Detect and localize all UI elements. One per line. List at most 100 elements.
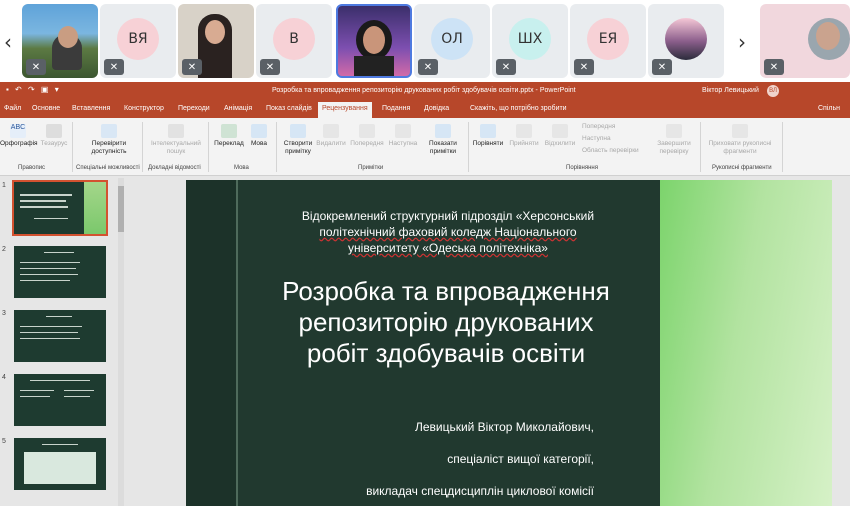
thesaurus-button[interactable]: Тезаурус <box>38 124 70 148</box>
slide-subtitle[interactable]: Відокремлений структурний підрозділ «Хер… <box>278 208 618 256</box>
avatar-photo <box>665 18 707 60</box>
slide-thumbnail-4[interactable] <box>14 374 106 426</box>
thumbnail-text <box>44 252 74 253</box>
delete-comment-button[interactable]: Видалити <box>314 124 348 148</box>
tab-design[interactable]: Конструктор <box>124 105 164 112</box>
share-button[interactable]: Спільн <box>818 105 840 112</box>
user-avatar[interactable]: ВЛ <box>767 85 779 97</box>
compare-icon <box>480 124 496 138</box>
slide-accent-line <box>236 180 238 506</box>
author-role[interactable]: спеціаліст вищої категорії, <box>278 452 594 466</box>
next-comment-button[interactable]: Наступна <box>386 124 420 148</box>
author-job[interactable]: викладач спецдисциплін циклової комісії <box>278 484 594 498</box>
slide-canvas[interactable]: Відокремлений структурний підрозділ «Хер… <box>186 180 832 506</box>
avatar: ШХ <box>509 18 551 60</box>
group-label-spelling: Правопис <box>18 165 46 171</box>
tab-transitions[interactable]: Переходи <box>178 105 210 112</box>
ribbon-divider <box>142 122 143 172</box>
tell-me-search[interactable]: Скажіть, що потрібно зробити <box>470 105 567 112</box>
new-comment-button[interactable]: Створити примітку <box>280 124 316 156</box>
prev-page-icon[interactable]: ‹ <box>4 30 12 54</box>
window-title: Розробка та впровадження репозиторію дру… <box>272 87 576 94</box>
tab-insert[interactable]: Вставлення <box>72 105 110 112</box>
next-page-icon[interactable]: › <box>738 30 746 54</box>
ink-icon <box>732 124 748 138</box>
group-label-insights: Докладні відомості <box>148 165 201 171</box>
reject-icon <box>552 124 568 138</box>
accept-button[interactable]: Прийняти <box>506 124 542 148</box>
tab-help[interactable]: Довідка <box>424 105 449 112</box>
comment-icon <box>290 124 306 138</box>
thumbnail-text <box>34 218 68 219</box>
slide-left-band <box>186 180 236 506</box>
participant-tile[interactable]: ОЛ ✕ <box>414 4 490 78</box>
participant-tile[interactable]: В ✕ <box>256 4 332 78</box>
previous-comment-button[interactable]: Попередня <box>348 124 386 148</box>
participant-tile[interactable]: ШХ ✕ <box>492 4 568 78</box>
participant-tile[interactable]: ✕ <box>760 4 850 78</box>
tab-animations[interactable]: Анімація <box>224 105 252 112</box>
next-change-button[interactable]: Наступна <box>582 135 611 143</box>
show-comments-button[interactable]: Показати примітки <box>422 124 464 156</box>
slide-title[interactable]: Розробка та впровадження репозиторію дру… <box>246 276 646 369</box>
tab-review[interactable]: Рецензування <box>318 102 372 118</box>
subtitle-line: Відокремлений структурний підрозділ «Хер… <box>301 209 595 223</box>
participant-tile[interactable]: ✕ <box>648 4 724 78</box>
check-accessibility-button[interactable]: Перевірити доступність <box>80 124 138 156</box>
thumbnail-text <box>64 396 90 397</box>
participant-tile[interactable]: ✕ <box>178 4 254 78</box>
avatar: В <box>273 18 315 60</box>
slide-number: 3 <box>2 310 6 317</box>
thumbnail-text <box>30 380 90 381</box>
mic-muted-icon: ✕ <box>182 59 202 75</box>
reject-button[interactable]: Відхилити <box>542 124 578 148</box>
tab-view[interactable]: Подання <box>382 105 410 112</box>
title-line: робіт здобувачів освіти <box>306 338 586 368</box>
slide-thumbnail-2[interactable] <box>14 246 106 298</box>
hide-ink-button[interactable]: Приховати рукописні фрагменти <box>702 124 778 156</box>
thumbnail-text <box>20 268 76 269</box>
slide-number: 2 <box>2 246 6 253</box>
thumbnail-image <box>24 452 96 484</box>
end-review-button[interactable]: Завершити перевірку <box>652 124 696 156</box>
scrollbar-thumb[interactable] <box>118 186 124 232</box>
participant-tile[interactable]: ✕ <box>22 4 98 78</box>
smart-lookup-button[interactable]: Інтелектуальний пошук <box>146 124 206 156</box>
participant-tile[interactable]: ВЯ ✕ <box>100 4 176 78</box>
face <box>816 22 840 50</box>
language-button[interactable]: Мова <box>246 124 272 148</box>
spelling-button[interactable]: ABC Орфографія <box>0 124 38 148</box>
quick-access-icons[interactable]: ▪ ↶ ↷ ▣ ▾ <box>6 85 61 94</box>
thumbnails-scrollbar[interactable] <box>118 178 124 506</box>
ribbon-divider <box>700 122 701 172</box>
slide-thumbnail-5[interactable] <box>14 438 106 490</box>
ribbon-divider <box>72 122 73 172</box>
slide-thumbnail-3[interactable] <box>14 310 106 362</box>
slide-thumbnail-1[interactable] <box>12 180 108 236</box>
face <box>363 26 385 54</box>
thumbnail-text <box>20 326 82 327</box>
slide-number: 1 <box>2 182 6 189</box>
ribbon-divider <box>208 122 209 172</box>
tab-home[interactable]: Основне <box>32 105 60 112</box>
translate-button[interactable]: Переклад <box>212 124 246 148</box>
tab-file[interactable]: Файл <box>4 105 21 112</box>
ribbon-divider <box>276 122 277 172</box>
mic-muted-icon: ✕ <box>260 59 280 75</box>
participant-tile-active[interactable] <box>336 4 412 78</box>
tab-slideshow[interactable]: Показ слайдів <box>266 105 312 112</box>
avatar: ОЛ <box>431 18 473 60</box>
author-name[interactable]: Левицький Віктор Миколайович, <box>278 420 594 434</box>
search-icon <box>168 124 184 138</box>
previous-change-button[interactable]: Попередня <box>582 123 615 131</box>
ribbon-divider <box>468 122 469 172</box>
participant-tile[interactable]: ЕЯ ✕ <box>570 4 646 78</box>
mic-muted-icon: ✕ <box>764 59 784 75</box>
delete-icon <box>323 124 339 138</box>
avatar: ВЯ <box>117 18 159 60</box>
compare-button[interactable]: Порівняти <box>470 124 506 148</box>
reviewing-pane-button[interactable]: Область перевірки <box>582 147 639 155</box>
user-name[interactable]: Віктор Левицький <box>702 87 759 94</box>
next-icon <box>395 124 411 138</box>
accessibility-icon <box>101 124 117 138</box>
